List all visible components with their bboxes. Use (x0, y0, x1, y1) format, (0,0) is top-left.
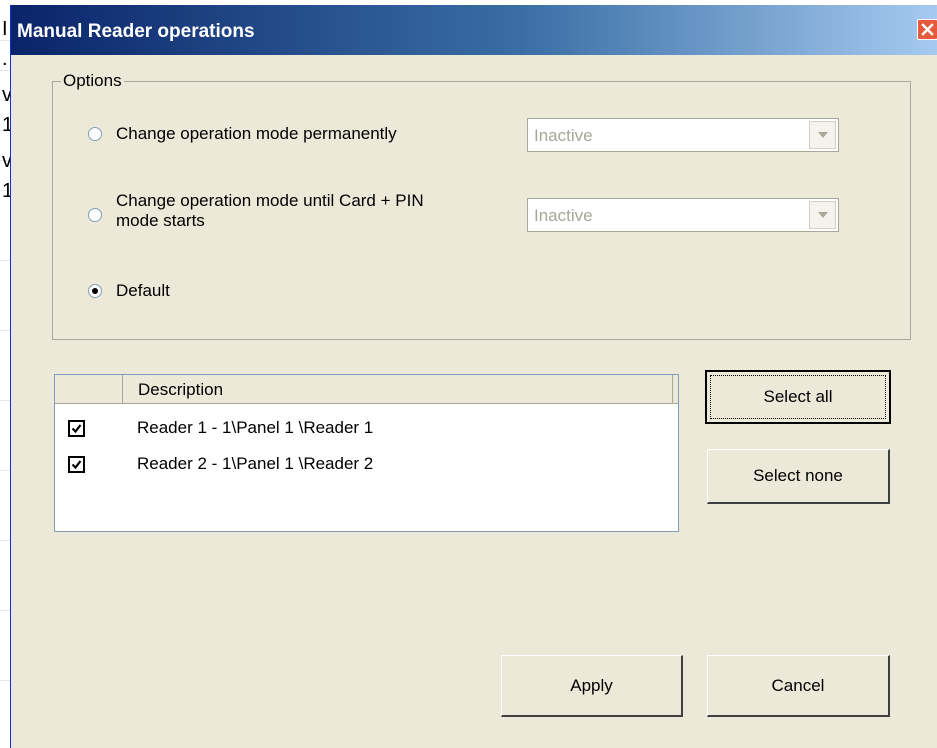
radio-label-line: mode starts (116, 211, 205, 230)
select-none-button[interactable]: Select none (707, 449, 890, 504)
radio-label: Default (116, 281, 170, 300)
manual-reader-operations-dialog: Manual Reader operations Options Change … (10, 5, 937, 748)
combo-value: Inactive (534, 206, 593, 225)
close-button[interactable] (917, 19, 937, 40)
title-bar[interactable]: Manual Reader operations (11, 5, 937, 55)
column-header-label: Description (138, 380, 224, 399)
radio-label-line: Change operation mode until Card + PIN (116, 191, 424, 210)
list-header: Description (55, 375, 678, 404)
card-pin-mode-combo[interactable]: Inactive (527, 198, 839, 232)
permanent-mode-combo[interactable]: Inactive (527, 118, 839, 152)
radio-default[interactable]: Default (88, 281, 170, 301)
column-header-check[interactable] (55, 375, 123, 403)
radio-change-mode-until-card-pin[interactable]: Change operation mode until Card + PIN m… (88, 191, 424, 231)
check-icon (71, 424, 82, 434)
chevron-down-icon (818, 212, 828, 218)
radio-change-mode-permanently[interactable]: Change operation mode permanently (88, 124, 397, 144)
dialog-title: Manual Reader operations (17, 21, 255, 42)
cancel-button[interactable]: Cancel (707, 655, 890, 717)
chevron-down-icon (818, 132, 828, 138)
close-icon (921, 23, 934, 36)
combo-value: Inactive (534, 126, 593, 145)
row-description: Reader 2 - 1\Panel 1 \Reader 2 (137, 454, 374, 473)
radio-button[interactable] (88, 284, 102, 298)
background-text: I (2, 18, 8, 40)
list-item[interactable]: Reader 1 - 1\Panel 1 \Reader 1 (55, 415, 678, 447)
background-text: . (2, 48, 8, 70)
row-description: Reader 1 - 1\Panel 1 \Reader 1 (137, 418, 374, 437)
radio-button[interactable] (88, 127, 102, 141)
button-label: Select all (763, 387, 833, 406)
row-checkbox[interactable] (68, 420, 85, 437)
row-checkbox[interactable] (68, 456, 85, 473)
radio-label: Change operation mode until Card + PIN m… (116, 191, 424, 231)
check-icon (71, 460, 82, 470)
combo-dropdown-button[interactable] (809, 201, 836, 229)
radio-button[interactable] (88, 208, 102, 222)
radio-label: Change operation mode permanently (116, 124, 397, 143)
column-header-description[interactable]: Description (123, 375, 673, 403)
readers-listview[interactable]: Description Reader 1 - 1\Panel 1 \Reader… (54, 374, 679, 532)
button-label: Apply (570, 676, 613, 695)
button-label: Cancel (771, 676, 825, 695)
button-label: Select none (753, 466, 843, 485)
combo-dropdown-button[interactable] (809, 121, 836, 149)
options-group-label: Options (61, 71, 124, 91)
apply-button[interactable]: Apply (501, 655, 683, 717)
list-item[interactable]: Reader 2 - 1\Panel 1 \Reader 2 (55, 451, 678, 483)
select-all-button[interactable]: Select all (705, 370, 891, 424)
